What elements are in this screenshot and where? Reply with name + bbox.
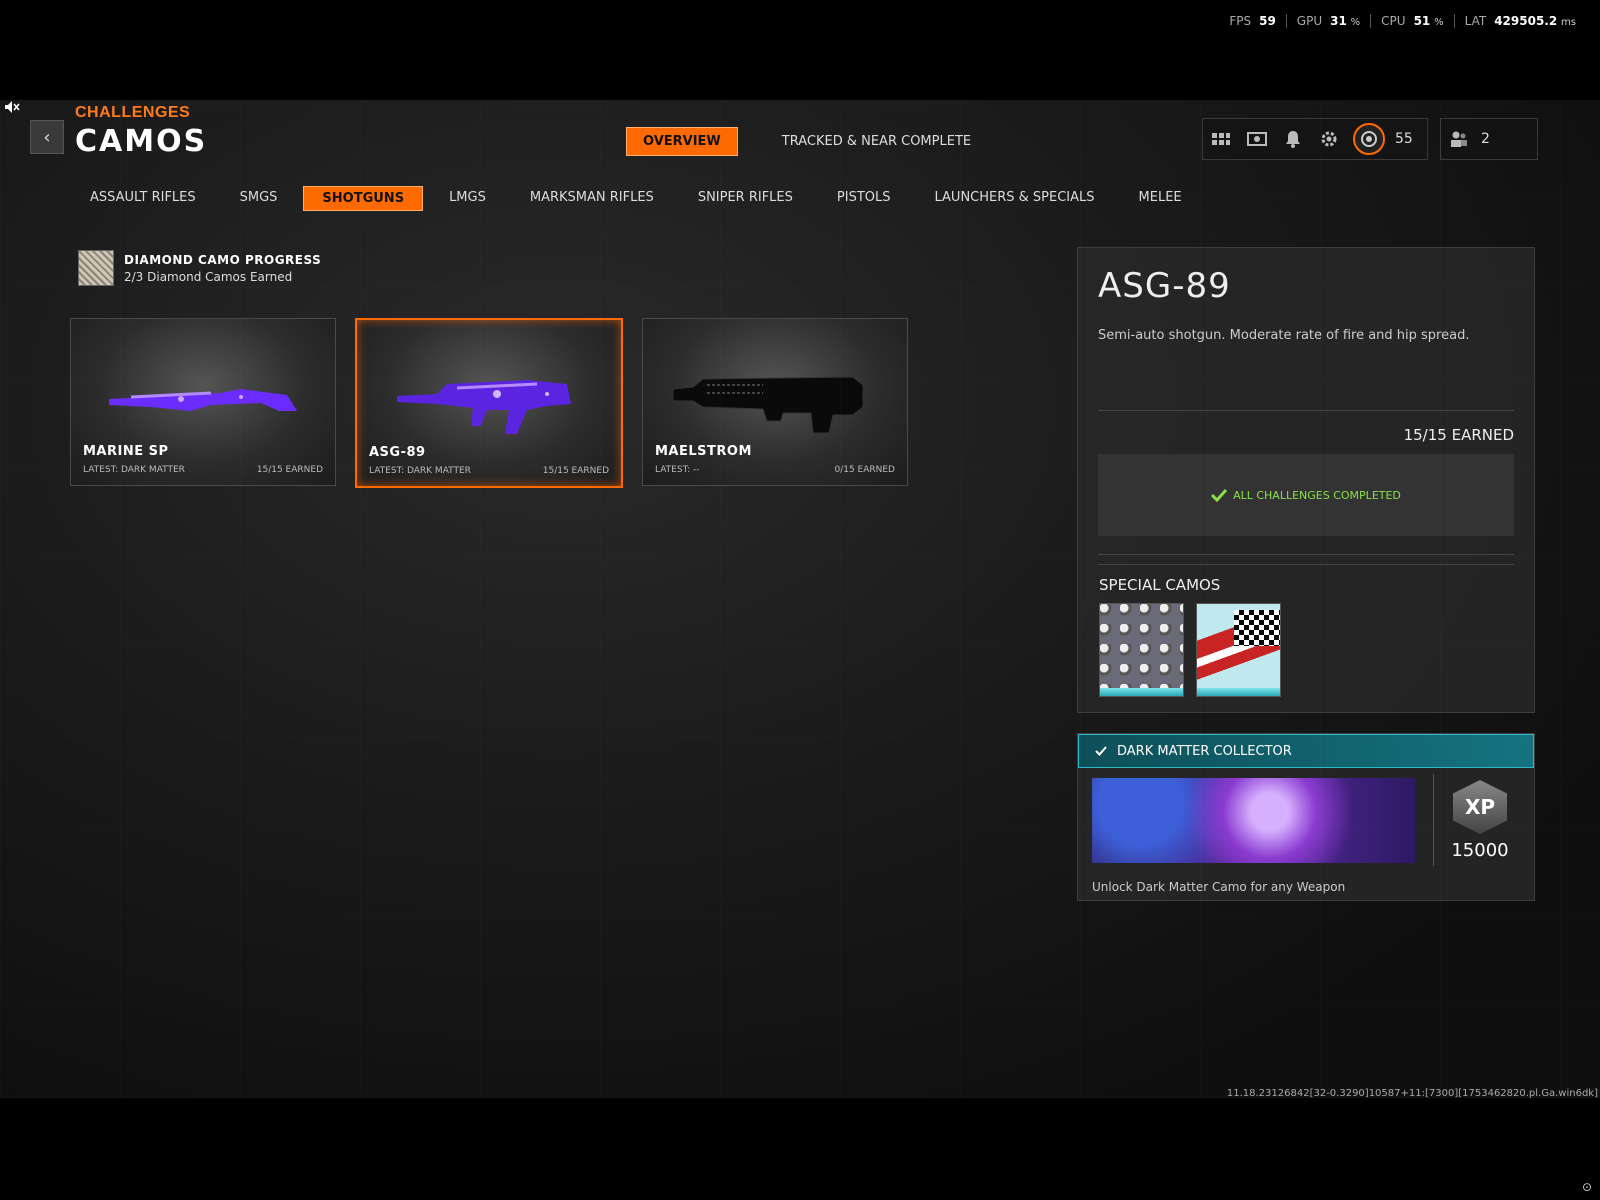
- mode-tabs: OVERVIEW TRACKED & NEAR COMPLETE: [626, 127, 987, 156]
- card-weapon-name: MARINE SP: [83, 444, 169, 459]
- weapon-category-tabs: ASSAULT RIFLES SMGS SHOTGUNS LMGS MARKSM…: [72, 186, 1208, 211]
- challenges-complete-text: ALL CHALLENGES COMPLETED: [1233, 488, 1401, 502]
- hud-toolbar: 55: [1202, 118, 1428, 160]
- divider: [1098, 554, 1514, 555]
- tab-sniper-rifles[interactable]: SNIPER RIFLES: [680, 186, 811, 211]
- page-title: CAMOS: [75, 124, 208, 159]
- fps-stat: FPS 59: [1229, 14, 1276, 28]
- special-camo-race[interactable]: [1196, 603, 1281, 697]
- card-latest-camo: LATEST: DARK MATTER: [83, 465, 185, 475]
- tab-melee[interactable]: MELEE: [1121, 186, 1200, 211]
- weapon-card-asg-89[interactable]: ASG-89 LATEST: DARK MATTER 15/15 EARNED: [355, 318, 623, 488]
- gear-icon[interactable]: [1311, 124, 1347, 154]
- divider: [1098, 410, 1514, 411]
- special-camos-list: [1099, 603, 1281, 697]
- maelstrom-image: [672, 376, 864, 434]
- player-emblem-icon[interactable]: [1353, 123, 1385, 155]
- party-count: 2: [1481, 131, 1490, 147]
- diamond-subtitle: 2/3 Diamond Camos Earned: [124, 269, 293, 284]
- dark-matter-collector-card[interactable]: DARK MATTER COLLECTOR XP 15000 Unlock Da…: [1077, 733, 1535, 901]
- latency-stat: LAT 429505.2 ms: [1453, 14, 1586, 28]
- xp-reward-value: 15000: [1451, 840, 1509, 861]
- card-earned-count: 0/15 EARNED: [834, 465, 895, 475]
- card-weapon-name: ASG-89: [369, 445, 426, 460]
- marine-sp-image: [109, 389, 297, 411]
- dark-matter-reward-image: [1092, 778, 1415, 863]
- tab-overview[interactable]: OVERVIEW: [626, 127, 738, 156]
- dark-matter-description: Unlock Dark Matter Camo for any Weapon: [1092, 880, 1346, 894]
- weapon-card-marine-sp[interactable]: MARINE SP LATEST: DARK MATTER 15/15 EARN…: [70, 318, 336, 486]
- detail-description: Semi-auto shotgun. Moderate rate of fire…: [1098, 328, 1470, 343]
- card-earned-count: 15/15 EARNED: [256, 465, 323, 475]
- back-button[interactable]: ‹: [30, 120, 64, 154]
- challenges-complete-box: ALL CHALLENGES COMPLETED: [1098, 454, 1514, 536]
- weapon-cards: MARINE SP LATEST: DARK MATTER 15/15 EARN…: [70, 318, 908, 488]
- tab-marksman-rifles[interactable]: MARKSMAN RIFLES: [512, 186, 672, 211]
- breadcrumb: CHALLENGES: [75, 104, 191, 121]
- build-string: 11.18.23126842[32-0.3290]10587+11:[7300]…: [1226, 1088, 1598, 1099]
- grid-icon[interactable]: [1203, 124, 1239, 154]
- diamond-camo-swatch: [78, 250, 114, 286]
- cpu-stat: CPU 51 %: [1370, 14, 1453, 28]
- xp-icon: XP: [1453, 780, 1507, 834]
- tab-lmgs[interactable]: LMGS: [431, 186, 504, 211]
- checkmark-icon: [1211, 488, 1228, 502]
- gpu-stat: GPU 31 %: [1285, 14, 1370, 28]
- tab-pistols[interactable]: PISTOLS: [819, 186, 909, 211]
- check-icon: [1095, 746, 1107, 756]
- card-weapon-name: MAELSTROM: [655, 444, 752, 459]
- chevron-left-icon: ‹: [43, 126, 51, 148]
- special-camos-title: SPECIAL CAMOS: [1099, 576, 1221, 594]
- main-stage: ‹ CHALLENGES CAMOS OVERVIEW TRACKED & NE…: [0, 100, 1600, 1098]
- dark-matter-header: DARK MATTER COLLECTOR: [1078, 734, 1534, 768]
- tab-tracked[interactable]: TRACKED & NEAR COMPLETE: [766, 128, 987, 155]
- perf-overlay: FPS 59 GPU 31 % CPU 51 % LAT 429505.2 ms: [1219, 14, 1586, 28]
- player-level: 55: [1395, 131, 1413, 147]
- asg-89-image: [397, 380, 571, 434]
- dark-matter-title: DARK MATTER COLLECTOR: [1117, 743, 1292, 759]
- tab-assault-rifles[interactable]: ASSAULT RIFLES: [72, 186, 214, 211]
- detail-earned-count: 15/15 EARNED: [1403, 426, 1514, 444]
- weapon-card-maelstrom[interactable]: MAELSTROM LATEST: -- 0/15 EARNED: [642, 318, 908, 486]
- settings-corner-icon: ⊙: [1581, 1180, 1592, 1194]
- tab-launchers-specials[interactable]: LAUNCHERS & SPECIALS: [917, 186, 1113, 211]
- detail-weapon-name: ASG-89: [1098, 266, 1231, 306]
- card-latest-camo: LATEST: --: [655, 465, 700, 475]
- divider: [1098, 564, 1514, 565]
- card-earned-count: 15/15 EARNED: [542, 466, 609, 476]
- divider: [1433, 774, 1434, 866]
- diamond-camo-progress: DIAMOND CAMO PROGRESS 2/3 Diamond Camos …: [78, 250, 321, 286]
- store-icon[interactable]: [1239, 124, 1275, 154]
- party-icon: [1441, 124, 1477, 154]
- tab-smgs[interactable]: SMGS: [222, 186, 296, 211]
- card-latest-camo: LATEST: DARK MATTER: [369, 466, 471, 476]
- tab-shotguns[interactable]: SHOTGUNS: [303, 186, 424, 211]
- bell-icon[interactable]: [1275, 124, 1311, 154]
- special-camo-eyes[interactable]: [1099, 603, 1184, 697]
- diamond-title: DIAMOND CAMO PROGRESS: [124, 252, 322, 267]
- weapon-detail-panel: ASG-89 Semi-auto shotgun. Moderate rate …: [1077, 247, 1535, 713]
- mute-icon[interactable]: [4, 100, 22, 116]
- party-group[interactable]: 2: [1440, 118, 1538, 160]
